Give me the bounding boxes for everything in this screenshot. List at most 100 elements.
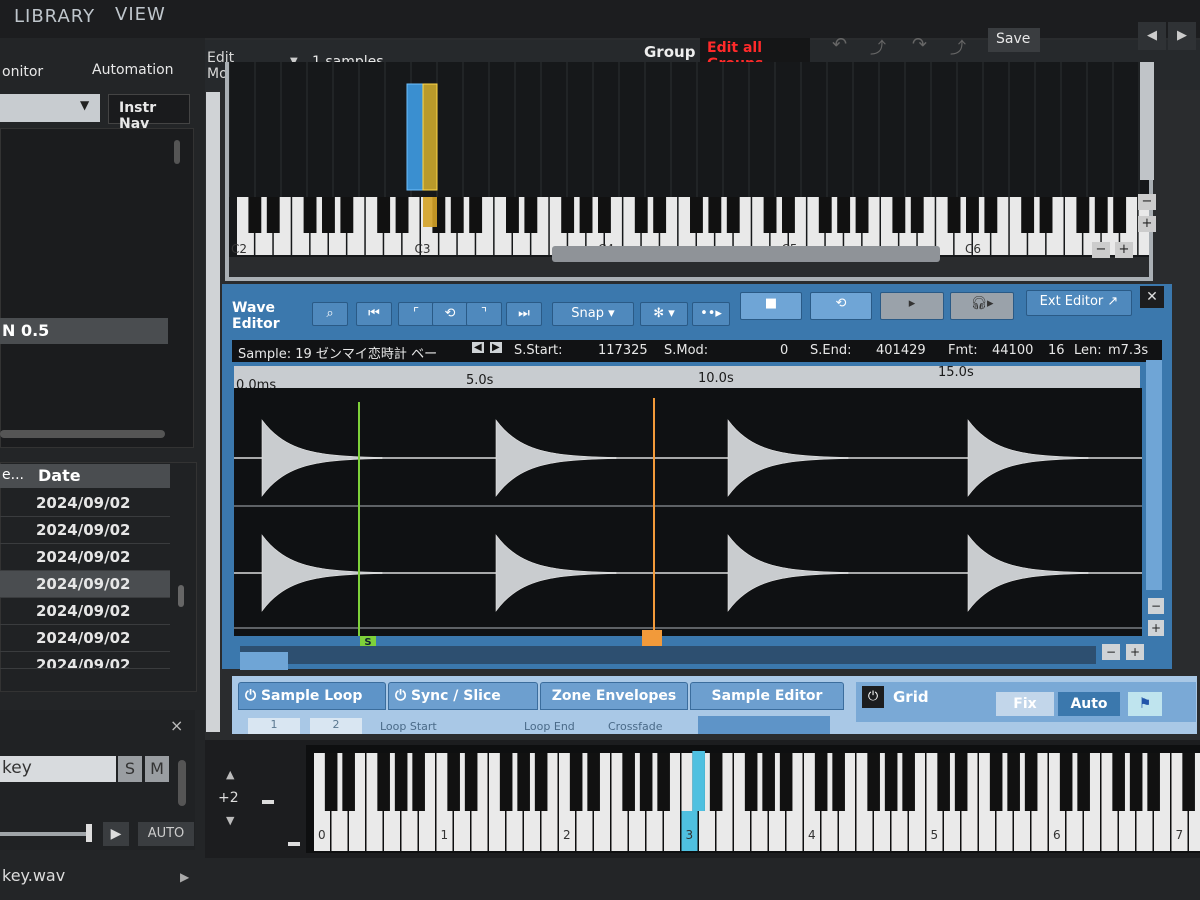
octave-number: 4 — [808, 828, 816, 842]
redo-history-icon[interactable]: ⤴ — [950, 34, 966, 58]
close-icon[interactable]: × — [170, 716, 183, 735]
map-vertical-scrollbar[interactable] — [1140, 62, 1154, 180]
vertical-scrollbar[interactable] — [174, 140, 180, 164]
volume-slider[interactable] — [0, 832, 90, 836]
s-start-value[interactable]: 117325 — [598, 343, 648, 358]
file-row[interactable]: 2024/09/02 — [0, 544, 170, 571]
gear-icon[interactable]: ✻ ▾ — [640, 302, 688, 326]
play-icon[interactable]: ▸ — [880, 292, 944, 320]
redo-icon[interactable]: ↷ — [912, 34, 927, 55]
s-end-value[interactable]: 401429 — [876, 343, 926, 358]
column-header-name[interactable]: e... — [0, 464, 30, 488]
more-options-icon[interactable]: ••▸ — [692, 302, 730, 326]
solo-button[interactable]: S — [118, 756, 142, 782]
piano-key-black — [248, 197, 262, 233]
zoom-icon[interactable]: ⌕ — [312, 302, 348, 326]
menu-view[interactable]: VIEW — [115, 4, 166, 25]
mapping-grid[interactable]: C2C3C4C5C6 — [228, 62, 1156, 277]
file-row[interactable]: 2024/09/02 — [0, 652, 170, 669]
octave-up-icon[interactable]: ▲ — [226, 768, 234, 781]
zoom-out-h-button[interactable]: − — [1092, 242, 1110, 258]
play-button[interactable]: ▶ — [103, 822, 129, 846]
pitch-wheel-indicator[interactable] — [262, 800, 274, 804]
edit-all-groups-button[interactable]: Edit all Groups — [700, 38, 810, 72]
piano-key-black — [322, 197, 335, 233]
tab-sync-slice[interactable]: ⏻ Sync / Slice — [388, 682, 538, 710]
wave-zoom-out-h[interactable]: − — [1102, 644, 1120, 660]
close-icon[interactable]: ✕ — [1140, 286, 1164, 308]
zoom-in-h-button[interactable]: + — [1115, 242, 1133, 258]
power-icon[interactable]: ⏻ — [862, 686, 884, 708]
file-row[interactable]: 2024/09/02 — [0, 490, 170, 517]
waveform-display[interactable] — [234, 388, 1142, 636]
loop-icon[interactable]: ⟲ — [432, 302, 468, 326]
tab-automation[interactable]: Automation — [92, 62, 174, 78]
snap-dropdown[interactable]: Snap ▾ — [552, 302, 634, 326]
mod-wheel-indicator[interactable] — [288, 842, 300, 846]
file-row[interactable]: 2024/09/02 — [0, 625, 170, 652]
loop-play-button[interactable]: ⟲ — [810, 292, 872, 320]
tab-zone-envelopes[interactable]: Zone Envelopes — [540, 682, 688, 710]
piano-key-black — [867, 753, 880, 811]
browser-dropdown[interactable]: ▼ — [0, 94, 100, 122]
octave-down-icon[interactable]: ▼ — [226, 814, 234, 827]
map-horizontal-scrollbar[interactable] — [552, 246, 940, 262]
mute-button[interactable]: M — [145, 756, 169, 782]
undo-history-icon[interactable]: ⤴ — [870, 34, 886, 58]
ext-editor-button[interactable]: Ext Editor ↗ — [1026, 290, 1132, 316]
file-row-selected[interactable]: 2024/09/02 — [0, 571, 170, 598]
set-end-icon[interactable]: ⌝ — [466, 302, 502, 326]
wave-vertical-scrollbar[interactable] — [1146, 360, 1162, 590]
loop-slot-2[interactable]: 2 — [310, 718, 362, 734]
wave-horizontal-scrollbar[interactable] — [240, 646, 1096, 664]
save-button[interactable]: Save — [988, 28, 1040, 52]
wave-scroll-thumb[interactable] — [240, 652, 288, 670]
instr-nav-button[interactable]: Instr Nav — [108, 94, 190, 132]
channel-scrollbar[interactable] — [178, 760, 186, 806]
tab-sample-editor[interactable]: Sample Editor — [690, 682, 844, 710]
stop-button[interactable]: ■ — [740, 292, 802, 320]
wave-zoom-out-v[interactable]: − — [1148, 598, 1164, 614]
wave-zoom-in-v[interactable]: + — [1148, 620, 1164, 636]
piano-key-black — [855, 197, 869, 233]
next-sample-icon[interactable]: ▶ — [490, 342, 502, 353]
prev-sample-icon[interactable]: ◀ — [472, 342, 484, 353]
time-ruler[interactable] — [234, 366, 1140, 388]
tab-sample-loop[interactable]: ⏻ Sample Loop — [238, 682, 386, 710]
volume-slider-handle[interactable] — [86, 824, 92, 842]
piano-key-black — [395, 197, 409, 233]
file-row[interactable]: 2024/09/02 — [0, 598, 170, 625]
piano-key-black — [534, 753, 548, 811]
wave-zoom-in-h[interactable]: + — [1126, 644, 1144, 660]
menu-library[interactable]: LIBRARY — [14, 6, 95, 27]
file-list-scrollbar[interactable] — [178, 585, 184, 607]
loop-crossfade-field[interactable] — [698, 716, 830, 734]
column-header-date[interactable]: Date — [30, 464, 170, 488]
s-mod-value[interactable]: 0 — [780, 343, 788, 358]
piano-key-black — [762, 753, 775, 811]
set-start-icon[interactable]: ⌜ — [398, 302, 434, 326]
horizontal-scrollbar[interactable] — [0, 430, 165, 438]
loop-slot-1[interactable]: 1 — [248, 718, 300, 734]
chevron-right-icon[interactable]: ▶ — [180, 870, 189, 884]
sample-end-marker-handle[interactable] — [642, 630, 662, 646]
grid-flag-icon[interactable]: ⚑ — [1128, 692, 1162, 716]
jump-start-icon[interactable]: ⏮ — [356, 302, 392, 326]
auto-button[interactable]: AUTO — [138, 822, 194, 846]
undo-icon[interactable]: ↶ — [832, 34, 847, 55]
grid-fix-button[interactable]: Fix — [996, 692, 1054, 716]
jump-end-icon[interactable]: ⏭ — [506, 302, 542, 326]
active-key-highlight — [692, 751, 705, 811]
zoom-out-v-button[interactable]: − — [1138, 194, 1156, 210]
key-field[interactable]: key — [0, 756, 116, 782]
piano-key-black — [377, 197, 391, 233]
headphone-icon[interactable]: 🎧︎▸ — [950, 292, 1014, 320]
tab-monitor[interactable]: onitor — [2, 64, 43, 80]
prev-instrument-icon[interactable]: ◀ — [1138, 22, 1166, 50]
piano-key-black — [450, 197, 464, 233]
grid-auto-button[interactable]: Auto — [1058, 692, 1120, 716]
list-item-selected[interactable]: N 0.5 — [0, 318, 168, 344]
file-row[interactable]: 2024/09/02 — [0, 517, 170, 544]
next-instrument-icon[interactable]: ▶ — [1168, 22, 1196, 50]
zoom-in-v-button[interactable]: + — [1138, 216, 1156, 232]
